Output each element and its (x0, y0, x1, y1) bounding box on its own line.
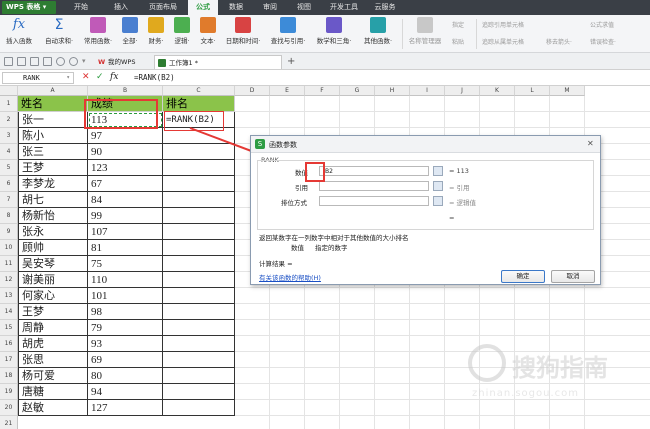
collapse-dialog-icon[interactable] (433, 166, 443, 176)
help-link[interactable]: 有关该函数的帮助(H) (259, 272, 321, 282)
watermark-text: 搜狗指南 (512, 354, 608, 382)
highlight-number-arg-box (305, 162, 325, 182)
cancel-button[interactable]: 取消 (551, 270, 595, 283)
param-name: 数值 (291, 244, 304, 252)
arg-number-input[interactable]: B2 (319, 166, 429, 176)
arg-ref-result: = 引用 (449, 184, 470, 192)
param-description: 指定的数字 (315, 244, 348, 252)
arg-order-result: = 逻辑值 (449, 199, 477, 207)
function-description: 返回某数字在一列数字中相对于其他数值的大小排名 (259, 234, 409, 242)
dialog-title: 函数参数 (269, 141, 297, 149)
arg-ref-input[interactable] (319, 181, 429, 191)
arg-number-result: = 113 (449, 167, 469, 175)
collapse-dialog-icon[interactable] (433, 196, 443, 206)
arg-ref-label: 引用 (295, 184, 308, 192)
collapse-dialog-icon[interactable] (433, 181, 443, 191)
wps-spreadsheet-icon: S (255, 139, 265, 149)
ok-button[interactable]: 确定 (501, 270, 545, 283)
arg-order-input[interactable] (319, 196, 429, 206)
calc-result-label: 计算结果 = (259, 260, 293, 268)
dialog-title-bar: S 函数参数 ✕ (251, 136, 600, 153)
arg-order-label: 排位方式 (281, 199, 307, 207)
close-icon[interactable]: ✕ (587, 139, 594, 148)
watermark-logo-icon (468, 344, 506, 382)
overall-equals: = (449, 214, 455, 222)
function-arguments-dialog: S 函数参数 ✕ RANK 数值 B2 = 113 引用 = 引用 排位方式 =… (250, 135, 601, 285)
arg-number-value: B2 (325, 168, 333, 175)
sogou-watermark: 搜狗指南 zhinan.sogou.com (468, 336, 638, 406)
watermark-sub: zhinan.sogou.com (472, 388, 580, 399)
